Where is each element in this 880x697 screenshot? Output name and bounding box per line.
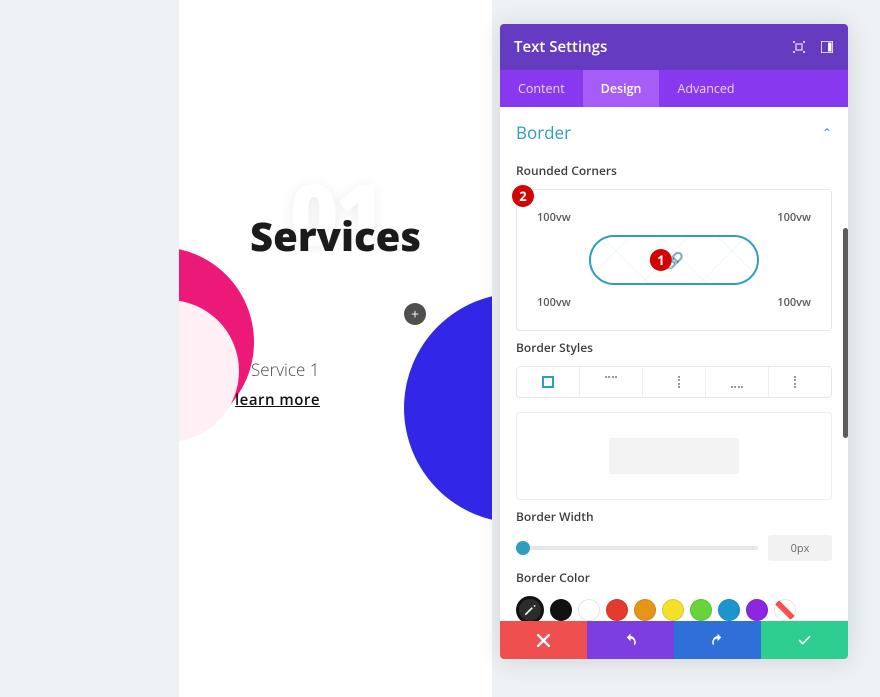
border-preview-inner [609, 438, 739, 474]
services-heading: Services [250, 208, 421, 263]
panel-scrollbar[interactable] [843, 228, 848, 628]
learn-more-link[interactable]: learn more [235, 390, 320, 410]
cancel-button[interactable] [500, 621, 587, 659]
border-style-right[interactable] [643, 367, 706, 397]
swatch-purple[interactable] [746, 599, 768, 621]
panel-body: Border ⌃ Rounded Corners 2 100vw 100vw 1… [500, 107, 848, 621]
redo-button[interactable] [674, 621, 761, 659]
swatch-red[interactable] [606, 599, 628, 621]
tutorial-callout-2: 2 [512, 185, 534, 207]
tab-content[interactable]: Content [500, 70, 583, 107]
expand-icon[interactable] [792, 40, 806, 54]
border-width-slider[interactable] [516, 546, 758, 550]
border-width-label: Border Width [516, 508, 832, 525]
swatch-yellow[interactable] [662, 599, 684, 621]
add-module-button[interactable]: + [404, 303, 426, 325]
tab-advanced[interactable]: Advanced [659, 70, 752, 107]
panel-title: Text Settings [514, 37, 607, 57]
blue-circle-shape [404, 293, 492, 523]
swatch-green[interactable] [690, 599, 712, 621]
panel-footer [500, 621, 848, 659]
border-styles-group [516, 366, 832, 398]
border-style-left[interactable] [769, 367, 831, 397]
border-style-bottom[interactable] [706, 367, 769, 397]
undo-button[interactable] [587, 621, 674, 659]
snap-icon[interactable] [820, 40, 834, 54]
section-border-header[interactable]: Border ⌃ [516, 107, 832, 154]
swatch-black[interactable] [550, 599, 572, 621]
border-preview [516, 412, 832, 500]
border-style-all[interactable] [517, 367, 580, 397]
color-picker-button[interactable] [516, 596, 544, 621]
border-style-top[interactable] [580, 367, 643, 397]
settings-tabs: Content Design Advanced [500, 70, 848, 107]
border-width-value[interactable]: 0px [768, 535, 832, 561]
slider-thumb[interactable] [516, 541, 530, 555]
swatch-blue[interactable] [718, 599, 740, 621]
swatch-orange[interactable] [634, 599, 656, 621]
tab-design[interactable]: Design [583, 70, 660, 107]
corner-top-right-value[interactable]: 100vw [777, 210, 811, 225]
swatch-none[interactable] [774, 599, 796, 621]
swatch-white[interactable] [578, 599, 600, 621]
border-color-label: Border Color [516, 569, 832, 586]
scrollbar-thumb[interactable] [843, 228, 848, 438]
corner-top-left-value[interactable]: 100vw [537, 210, 571, 225]
color-swatch-row: ••• Saved Recent [516, 596, 832, 621]
chevron-up-icon: ⌃ [822, 124, 832, 141]
corners-link-toggle[interactable]: 1 🔗 [589, 235, 759, 285]
panel-header: Text Settings [500, 24, 848, 70]
settings-panel: Text Settings Content Design Advanced Bo… [500, 24, 848, 659]
preview-canvas: 01 Services Service 1 learn more + [179, 0, 492, 697]
corner-bottom-left-value[interactable]: 100vw [537, 295, 571, 310]
section-border-title: Border [516, 121, 571, 144]
service-label: Service 1 [251, 358, 319, 381]
save-button[interactable] [761, 621, 848, 659]
border-styles-label: Border Styles [516, 339, 832, 356]
rounded-corners-label: Rounded Corners [516, 162, 832, 179]
rounded-corners-control[interactable]: 2 100vw 100vw 1 🔗 100vw 100vw [516, 189, 832, 331]
tutorial-callout-1: 1 [650, 249, 672, 271]
corner-bottom-right-value[interactable]: 100vw [777, 295, 811, 310]
